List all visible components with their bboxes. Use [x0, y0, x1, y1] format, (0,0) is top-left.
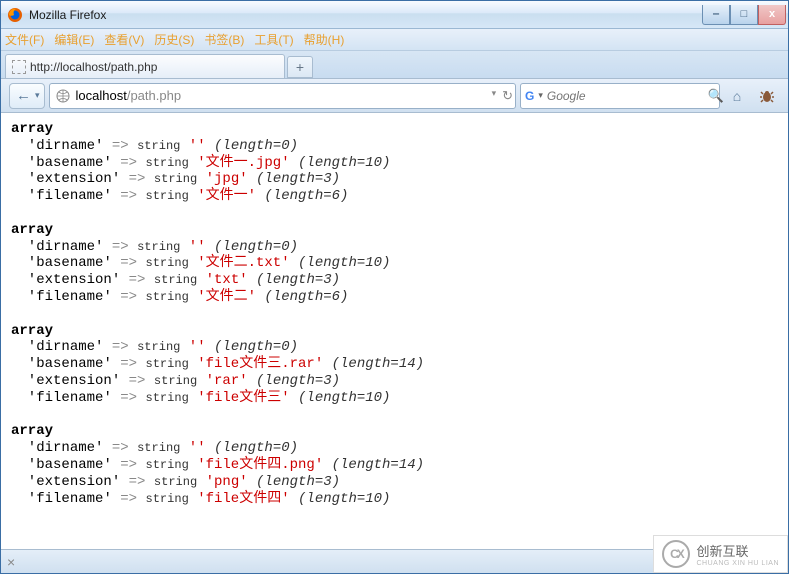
menu-bookmarks[interactable]: 书签(B): [204, 31, 244, 48]
globe-icon: [56, 89, 70, 103]
titlebar: Mozilla Firefox ‒ □ x: [1, 1, 788, 29]
var-dump-output: array 'dirname' => string '' (length=0) …: [11, 121, 778, 524]
google-icon: G: [525, 89, 534, 103]
page-icon: [12, 60, 26, 74]
menu-edit[interactable]: 编辑(E): [54, 31, 94, 48]
menu-tools[interactable]: 工具(T): [254, 31, 293, 48]
url-bar[interactable]: localhost/path.php ▾ ↻: [49, 83, 516, 109]
stop-reload-dropdown-icon[interactable]: ▾: [492, 88, 497, 104]
watermark-text-en: CHUANG XIN HU LIAN: [696, 560, 779, 567]
home-button[interactable]: ⌂: [724, 83, 750, 109]
search-engine-dropdown-icon[interactable]: ▾: [538, 90, 543, 101]
maximize-button[interactable]: □: [730, 5, 758, 25]
statusbar-close-icon[interactable]: ×: [7, 554, 15, 570]
firefox-icon: [7, 7, 23, 23]
search-input[interactable]: [547, 84, 704, 108]
watermark-text-cn: 创新互联: [696, 541, 779, 560]
url-path: /path.php: [127, 88, 181, 103]
back-history-dropdown-icon: ▾: [35, 90, 40, 101]
page-content: array 'dirname' => string '' (length=0) …: [1, 113, 788, 549]
url-host: localhost: [76, 88, 127, 103]
reload-icon[interactable]: ↻: [502, 88, 513, 104]
menubar: 文件(F) 编辑(E) 查看(V) 历史(S) 书签(B) 工具(T) 帮助(H…: [1, 29, 788, 51]
tab-active[interactable]: http://localhost/path.php: [5, 54, 285, 78]
search-icon[interactable]: 🔍: [708, 88, 724, 104]
search-bar[interactable]: G ▾ 🔍: [520, 83, 720, 109]
new-tab-button[interactable]: +: [287, 56, 313, 78]
watermark: CX 创新互联 CHUANG XIN HU LIAN: [653, 535, 788, 573]
tab-label: http://localhost/path.php: [30, 60, 157, 74]
url-input[interactable]: [181, 88, 488, 103]
back-button[interactable]: ← ▾: [9, 83, 45, 109]
minimize-button[interactable]: ‒: [702, 5, 730, 25]
menu-history[interactable]: 历史(S): [154, 31, 194, 48]
window-controls: ‒ □ x: [702, 5, 786, 25]
tabbar: http://localhost/path.php +: [1, 51, 788, 79]
navbar: ← ▾ localhost/path.php ▾ ↻ G ▾ 🔍 ⌂: [1, 79, 788, 113]
menu-view[interactable]: 查看(V): [104, 31, 144, 48]
window-title: Mozilla Firefox: [29, 8, 702, 22]
menu-help[interactable]: 帮助(H): [304, 31, 345, 48]
menu-file[interactable]: 文件(F): [5, 31, 44, 48]
back-arrow-icon: ←: [16, 87, 31, 104]
watermark-logo: CX: [662, 540, 690, 568]
firebug-button[interactable]: [754, 83, 780, 109]
close-button[interactable]: x: [758, 5, 786, 25]
